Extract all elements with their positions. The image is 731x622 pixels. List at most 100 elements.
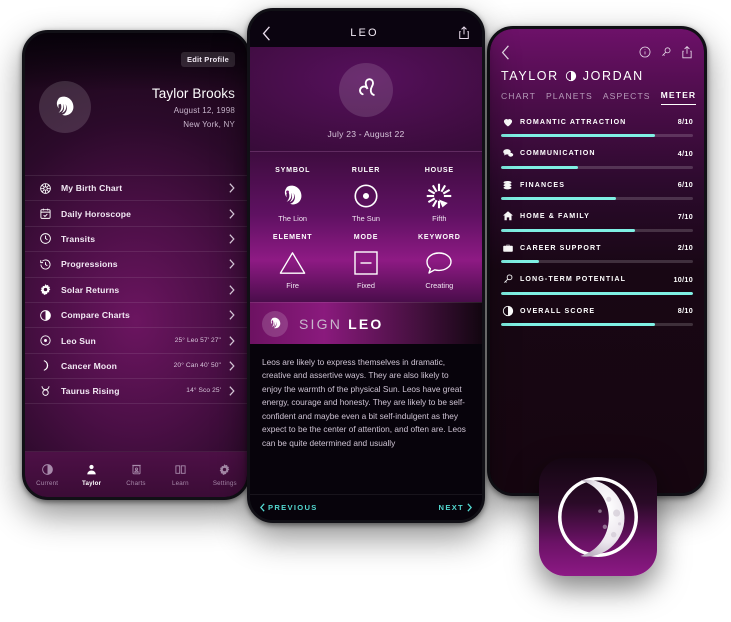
clock-rewind-icon <box>37 256 53 272</box>
attribute-label: MODE <box>353 233 379 241</box>
meter-track <box>501 291 693 295</box>
meter-head: FINANCES 6/10 <box>501 178 693 191</box>
key-icon[interactable] <box>660 46 672 58</box>
meter-fill <box>501 165 578 169</box>
compatibility-title: TAYLOR JORDAN <box>490 63 704 83</box>
avatar[interactable] <box>39 81 91 133</box>
menu-item-value: 14° Sco 25' <box>186 387 221 395</box>
menu-item-label: Leo Sun <box>61 335 96 346</box>
hero-date-range: July 23 - August 22 <box>327 129 405 139</box>
next-label: NEXT <box>438 503 464 512</box>
meter-score: 6/10 <box>677 180 693 189</box>
chevron-right-icon <box>228 183 235 193</box>
previous-button[interactable]: PREVIOUS <box>260 503 318 512</box>
info-icon[interactable] <box>639 46 651 58</box>
meter-label: HOME & FAMILY <box>520 212 591 220</box>
share-icon[interactable] <box>681 45 693 59</box>
meter-score: 7/10 <box>677 211 693 221</box>
tab-label: Settings <box>212 479 237 487</box>
tab-meter[interactable]: METER <box>660 90 697 105</box>
sun-icon <box>329 179 402 213</box>
menu-item-transits[interactable]: Transits <box>25 225 247 251</box>
menu-item-leo-sun[interactable]: Leo Sun 25° Leo 57' 27" <box>25 327 247 352</box>
menu-item-taurus-rising[interactable]: Taurus Rising 14° Sco 25' <box>25 378 247 404</box>
meter-fill <box>501 228 636 232</box>
book-icon <box>174 463 187 476</box>
attribute-label: KEYWORD <box>418 233 461 241</box>
meter-track <box>501 228 693 232</box>
attribute-keyword: KEYWORD Creating <box>403 229 476 292</box>
attribute-value: The Sun <box>352 214 380 223</box>
half-circle-icon <box>37 307 53 323</box>
menu-item-solar-returns[interactable]: Solar Returns <box>25 276 247 302</box>
meter-head: LONG-TERM POTENTIAL 10/10 <box>501 273 693 286</box>
tab-aspects[interactable]: ASPECTS <box>603 91 651 105</box>
meter-score: 2/10 <box>677 243 693 252</box>
menu-item-progressions[interactable]: Progressions <box>25 251 247 276</box>
tab-charts[interactable]: Charts <box>114 463 158 487</box>
menu-item-label: Daily Horoscope <box>61 208 132 219</box>
menu-item-my-birth-chart[interactable]: My Birth Chart <box>25 175 247 200</box>
meter-track <box>501 260 693 263</box>
attribute-value: Fifth <box>432 214 447 223</box>
menu-item-label: Compare Charts <box>61 310 130 321</box>
leo-glyph-icon <box>339 63 393 117</box>
speech-bubble-icon <box>403 246 476 280</box>
chevron-left-icon <box>260 503 265 512</box>
key-icon <box>501 273 514 286</box>
chevron-left-icon[interactable] <box>501 44 510 60</box>
chevron-left-icon[interactable] <box>262 25 271 41</box>
clock-icon <box>37 231 53 247</box>
tab-settings[interactable]: Settings <box>203 463 247 487</box>
profile-name: Taylor Brooks <box>151 85 235 101</box>
right-screen: TAYLOR JORDAN CHART PLANETS ASPECTS METE… <box>490 29 704 493</box>
tab-chart[interactable]: CHART <box>501 91 536 105</box>
meter-head: COMMUNICATION 4/10 <box>501 147 693 160</box>
mid-attributes-grid: SYMBOL The Lion RULER The Sun HOUSE Fift… <box>250 151 482 302</box>
mid-title: LEO <box>350 27 379 39</box>
banner-text: SIGN LEO <box>299 316 384 332</box>
chevron-right-icon <box>228 259 235 270</box>
share-icon[interactable] <box>458 26 470 40</box>
attribute-house: HOUSE Fifth <box>403 162 476 225</box>
menu-item-daily-horoscope[interactable]: Daily Horoscope <box>25 200 247 225</box>
chevron-right-icon <box>228 234 235 244</box>
edit-profile-button[interactable]: Edit Profile <box>181 52 235 67</box>
menu-item-cancer-moon[interactable]: Cancer Moon 20° Can 40' 50" <box>25 352 247 378</box>
tab-planets[interactable]: PLANETS <box>546 91 593 105</box>
tab-current[interactable]: Current <box>25 463 69 487</box>
menu-item-label: My Birth Chart <box>61 183 123 194</box>
meter-label: COMMUNICATION <box>520 149 596 157</box>
tab-label: Current <box>36 479 59 487</box>
left-profile-header: Edit Profile Taylor Brooks August 12, 19… <box>25 33 247 153</box>
meter-score: 10/10 <box>673 274 693 284</box>
menu-item-label: Cancer Moon <box>61 360 118 371</box>
home-icon <box>501 210 514 223</box>
profile-birthdate: August 12, 1998 <box>173 105 235 115</box>
gear-icon <box>218 463 231 476</box>
tab-label: Charts <box>126 479 146 487</box>
next-button[interactable]: NEXT <box>439 503 472 512</box>
phone-left-profile: Edit Profile Taylor Brooks August 12, 19… <box>22 30 250 500</box>
half-circle-icon <box>565 70 577 82</box>
attribute-label: SYMBOL <box>275 166 311 174</box>
meter-fill <box>501 291 693 295</box>
meter-home-family: HOME & FAMILY 7/10 <box>501 210 693 232</box>
attribute-label: RULER <box>351 166 381 174</box>
meter-list: ROMANTIC ATTRACTION 8/10 COMMUNICATION 4… <box>490 105 704 326</box>
fixed-square-icon <box>329 246 402 280</box>
menu-item-compare-charts[interactable]: Compare Charts <box>25 301 247 327</box>
chevron-right-icon <box>228 335 235 346</box>
left-screen: Edit Profile Taylor Brooks August 12, 19… <box>25 33 247 497</box>
tab-taylor[interactable]: Taylor <box>69 463 113 487</box>
meter-score: 8/10 <box>677 306 693 315</box>
menu-item-label: Solar Returns <box>61 284 120 295</box>
meter-overall-score: OVERALL SCORE 8/10 <box>501 304 693 326</box>
title-left-name: TAYLOR <box>501 69 559 83</box>
meter-track <box>501 197 693 200</box>
moon-icon <box>37 358 53 374</box>
meter-fill <box>501 260 540 263</box>
crescent-moon-app-icon[interactable] <box>539 458 657 576</box>
chevron-right-icon <box>228 361 235 371</box>
tab-learn[interactable]: Learn <box>158 463 202 487</box>
